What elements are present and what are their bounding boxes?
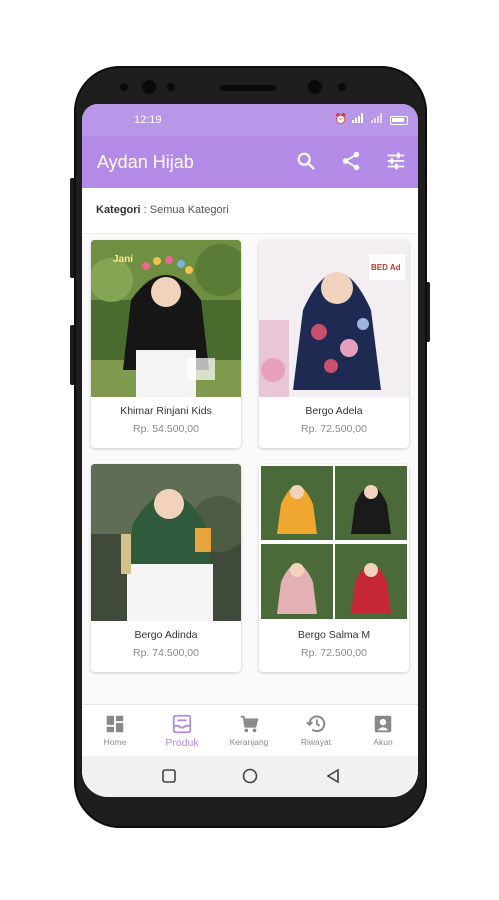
search-icon [297,152,315,170]
recents-button[interactable] [161,768,177,784]
inbox-icon [172,714,192,734]
sensor-dot [120,83,128,91]
home-button[interactable] [242,768,258,784]
product-grid: Jani Khimar Rinjani Kids Rp. 54.500,00 B… [82,234,418,704]
sensor-dot [167,83,175,91]
filter-button[interactable] [385,150,409,174]
status-bar: 12:19 ⏰ [82,104,418,136]
product-image [259,464,409,621]
app-title: Aydan Hijab [97,152,194,172]
front-camera-icon [308,80,322,94]
back-triangle-icon [326,768,339,784]
product-name: Bergo Adela [305,405,363,417]
recents-icon [162,769,176,783]
product-image-caption: Jani [113,254,133,265]
product-image: Jani [91,240,241,397]
filter-icon [387,152,405,170]
alarm-icon: ⏰ [334,114,347,125]
nav-item-home[interactable]: Home [82,713,148,747]
product-name: Bergo Salma M [297,629,371,641]
nav-item-produk[interactable]: Produk [149,713,215,749]
nav-label: Home [103,737,127,747]
sensor-dot [338,83,346,91]
product-price: Rp. 54.500,00 [133,423,199,435]
category-value: Semua Kategori [149,204,229,216]
nav-item-riwayat[interactable]: Riwayat [283,713,349,747]
share-icon [342,151,360,171]
top-bezel [74,66,427,106]
product-card[interactable]: Bergo Salma M Rp. 72.500,00 [259,464,409,672]
product-image: BED Ad [259,240,409,397]
product-image [91,464,241,621]
cart-icon [240,715,259,733]
share-button[interactable] [340,150,364,174]
front-camera-icon [142,80,156,94]
category-label: Kategori [96,204,141,216]
product-card[interactable]: Bergo Adinda Rp. 74.500,00 [91,464,241,672]
history-icon [306,715,326,733]
app-bar: Aydan Hijab [82,136,418,188]
nav-label: Produk [165,737,199,749]
product-price: Rp. 74.500,00 [133,647,199,659]
search-button[interactable] [295,150,319,174]
wifi-icon [371,113,385,127]
nav-item-akun[interactable]: Akun [350,713,416,747]
product-name: Khimar Rinjani Kids [120,405,212,417]
category-separator: : [140,204,150,216]
back-button[interactable] [325,768,341,784]
home-circle-icon [242,768,258,784]
product-card[interactable]: Jani Khimar Rinjani Kids Rp. 54.500,00 [91,240,241,448]
product-price: Rp. 72.500,00 [301,423,367,435]
battery-icon [390,115,408,125]
dashboard-icon [106,715,124,733]
nav-label: Akun [373,737,393,747]
phone-screen: 12:19 ⏰ Aydan Hijab Kategori : Semua Kat… [82,104,418,797]
nav-label: Keranjang [229,737,269,747]
signal-icon [352,113,366,127]
nav-label: Riwayat [300,737,332,747]
category-filter[interactable]: Kategori : Semua Kategori [82,188,418,234]
bottom-navigation: Home Produk Keranjang Riwayat Akun [82,704,418,756]
nav-item-keranjang[interactable]: Keranjang [216,713,282,747]
status-time: 12:19 [134,114,162,126]
product-name: Bergo Adinda [134,629,198,641]
product-price: Rp. 72.500,00 [301,647,367,659]
account-icon [374,715,392,733]
system-navigation-bar [82,756,418,797]
product-card[interactable]: BED Ad Bergo Adela Rp. 72.500,00 [259,240,409,448]
product-image-caption: BED Ad [371,263,401,272]
status-icons: ⏰ [335,113,408,127]
earpiece-speaker [220,85,276,91]
